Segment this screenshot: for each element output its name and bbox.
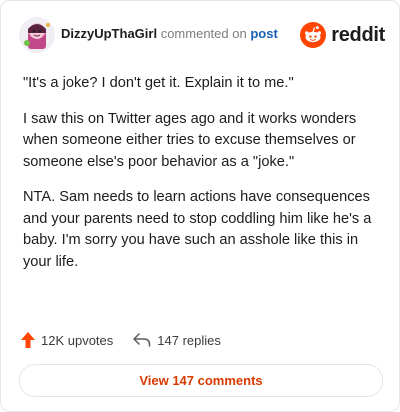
- reply-arrow-icon: [133, 333, 151, 347]
- upvotes-count: 12K upvotes: [41, 332, 114, 348]
- comment-paragraph: "It's a joke? I don't get it. Explain it…: [23, 75, 294, 91]
- upvote-arrow-icon: [21, 332, 35, 348]
- comment-stats: 12K upvotes 147 replies: [21, 331, 241, 349]
- comment-body: "It's a joke? I don't get it. Explain it…: [23, 73, 379, 287]
- comment-paragraph: I saw this on Twitter ages ago and it wo…: [23, 110, 357, 170]
- reddit-wordmark: reddit: [331, 23, 385, 46]
- comment-header: DizzyUpThaGirl commented on post reddit: [19, 17, 385, 53]
- byline: DizzyUpThaGirl commented on post: [61, 26, 278, 42]
- reddit-snoo-icon: [300, 22, 327, 48]
- action-text: commented on: [160, 26, 247, 41]
- comment-card: DizzyUpThaGirl commented on post reddit …: [0, 0, 400, 412]
- comment-paragraph: NTA. Sam needs to learn actions have con…: [23, 189, 372, 270]
- post-link[interactable]: post: [250, 26, 277, 41]
- upvotes-stat[interactable]: 12K upvotes: [21, 332, 113, 348]
- avatar[interactable]: [19, 17, 55, 53]
- reddit-logo[interactable]: reddit: [300, 21, 385, 49]
- username[interactable]: DizzyUpThaGirl: [61, 26, 157, 41]
- replies-stat[interactable]: 147 replies: [133, 333, 221, 348]
- replies-count: 147 replies: [157, 332, 221, 348]
- view-comments-button[interactable]: View 147 comments: [19, 364, 383, 397]
